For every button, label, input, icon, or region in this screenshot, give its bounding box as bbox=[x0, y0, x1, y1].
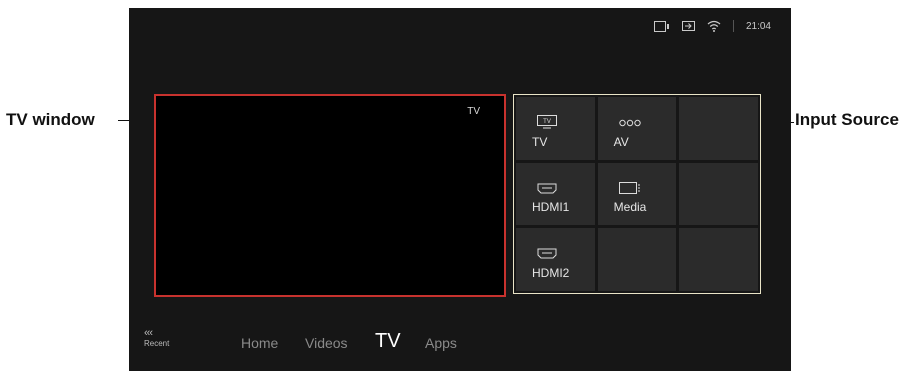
hdmi-icon bbox=[537, 181, 557, 199]
chevrons-left-icon: ‹‹‹ bbox=[144, 327, 153, 339]
source-label: AV bbox=[613, 134, 629, 149]
source-tile-hdmi2[interactable]: HDMI2 bbox=[516, 228, 595, 291]
source-label: TV bbox=[532, 134, 548, 149]
source-tile-empty bbox=[679, 162, 758, 226]
svg-text:TV: TV bbox=[543, 119, 551, 125]
media-icon bbox=[653, 20, 670, 32]
av-icon bbox=[618, 115, 641, 133]
source-tile-empty bbox=[679, 97, 758, 160]
source-tile-hdmi1[interactable]: HDMI1 bbox=[516, 162, 595, 226]
tv-window[interactable]: TV bbox=[154, 94, 506, 297]
source-tile-empty bbox=[597, 228, 677, 291]
source-tile-empty bbox=[679, 228, 758, 291]
source-label: Media bbox=[613, 200, 647, 215]
source-tile-tv[interactable]: TV TV bbox=[516, 97, 595, 160]
nav-apps[interactable]: Apps bbox=[425, 335, 457, 351]
tv-window-tag: TV bbox=[467, 106, 480, 117]
input-source-grid: TV TV AV HDMI1 Media HDMI2 bbox=[513, 94, 761, 294]
tv-window-callout: TV window bbox=[6, 110, 95, 129]
source-tile-media[interactable]: Media bbox=[597, 162, 677, 226]
tv-screen: 21:04 TV TV TV AV HDMI1 Media HDMI2 ‹‹‹ … bbox=[129, 8, 791, 371]
wifi-icon bbox=[707, 20, 721, 32]
hdmi-icon bbox=[537, 246, 557, 264]
tv-icon: TV bbox=[537, 115, 557, 134]
source-tile-av[interactable]: AV bbox=[597, 97, 677, 160]
media-icon bbox=[618, 181, 641, 199]
source-label: HDMI1 bbox=[532, 200, 570, 215]
source-label: HDMI2 bbox=[532, 266, 570, 280]
status-separator bbox=[732, 20, 734, 32]
input-source-callout: Input Source bbox=[795, 110, 899, 129]
nav-tv[interactable]: TV bbox=[375, 330, 401, 353]
bottom-nav: ‹‹‹ Recent Home Videos TV Apps bbox=[129, 326, 791, 366]
nav-videos[interactable]: Videos bbox=[305, 335, 348, 351]
recent-button[interactable]: ‹‹‹ Recent bbox=[144, 328, 169, 349]
recent-label: Recent bbox=[144, 339, 170, 348]
nav-home[interactable]: Home bbox=[241, 335, 278, 351]
input-icon bbox=[681, 20, 695, 32]
status-bar: 21:04 bbox=[653, 17, 771, 35]
clock: 21:04 bbox=[745, 20, 771, 32]
